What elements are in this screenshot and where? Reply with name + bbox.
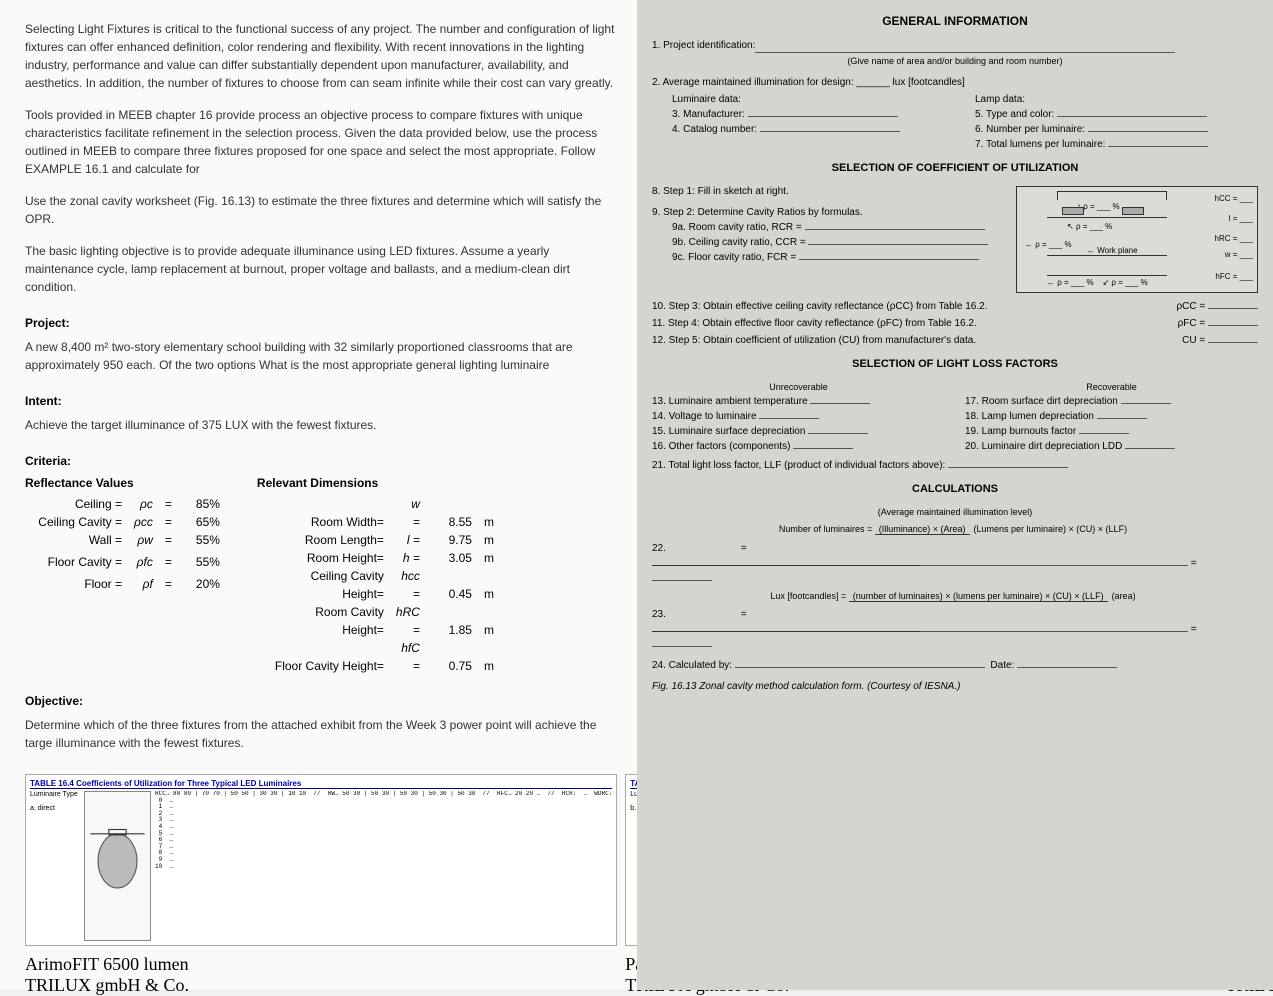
photometric-icon [84, 791, 151, 941]
form-l10: 10. Step 3: Obtain effective ceiling cav… [652, 299, 1148, 314]
objective-header: Objective: [25, 694, 617, 708]
fixture-charts: TABLE 16.4 Coefficients of Utilization f… [25, 774, 617, 996]
form-l22: 22. [652, 543, 666, 554]
form-l17: 17. Room surface dirt depreciation [965, 396, 1118, 407]
form-l9: 9. Step 2: Determine Cavity Ratios by fo… [652, 207, 863, 218]
form-l23: 23. [652, 609, 666, 620]
form-l18: 18. Lamp lumen depreciation [965, 411, 1094, 422]
intro-p3: Use the zonal cavity worksheet (Fig. 16.… [25, 192, 617, 228]
form-l19: 19. Lamp burnouts factor [965, 426, 1076, 437]
form-sec3: CALCULATIONS [652, 481, 1258, 498]
form-l21: 21. Total light loss factor, LLF (produc… [652, 460, 945, 471]
objective-text: Determine which of the three fixtures fr… [25, 716, 617, 752]
form-sec1: SELECTION OF COEFFICIENT OF UTILIZATION [652, 160, 1258, 177]
form-title: GENERAL INFORMATION [652, 12, 1258, 30]
lum-hdr: Luminaire data: [672, 92, 955, 107]
worksheet-form: GENERAL INFORMATION 1. Project identific… [637, 0, 1273, 990]
lamp-hdr: Lamp data: [975, 92, 1258, 107]
intent-text: Achieve the target illuminance of 375 LU… [25, 416, 617, 434]
form-l3: 3. Manufacturer: [672, 109, 745, 120]
form-l24: 24. Calculated by: [652, 660, 732, 671]
intro-p2: Tools provided in MEEB chapter 16 provid… [25, 106, 617, 178]
project-text: A new 8,400 m² two-story elementary scho… [25, 338, 617, 374]
form-l16: 16. Other factors (components) [652, 441, 790, 452]
form-l12: 12. Step 5: Obtain coefficient of utiliz… [652, 333, 1148, 348]
cavity-sketch: ↑ ρ = ___ % ↖ ρ = ___ % ← ρ = ___ % ← Wo… [1016, 186, 1258, 293]
form-l9a: 9a. Room cavity ratio, RCR = [672, 222, 802, 233]
form-l13: 13. Luminaire ambient temperature [652, 396, 808, 407]
dimensions-table: wRoom Width==8.55mRoom Length=l =9.75mRo… [257, 494, 501, 676]
reflectance-table: Ceiling =ρc=85%Ceiling Cavity =ρcc=65%Wa… [25, 494, 227, 594]
form-l14: 14. Voltage to luminaire [652, 411, 757, 422]
form-sec3sub: (Average maintained illumination level) [652, 506, 1258, 520]
form-l8: 8. Step 1: Fill in sketch at right. [652, 186, 789, 197]
form-l9c: 9c. Floor cavity ratio, FCR = [672, 252, 796, 263]
dimensions-header: Relevant Dimensions [257, 476, 501, 490]
cu-chart-0: TABLE 16.4 Coefficients of Utilization f… [25, 774, 617, 946]
project-header: Project: [25, 316, 617, 330]
form-l7: 7. Total lumens per luminaire: [975, 139, 1105, 150]
intent-header: Intent: [25, 394, 617, 408]
criteria-header: Criteria: [25, 454, 617, 468]
reflectance-header: Reflectance Values [25, 476, 227, 490]
form-l20: 20. Luminaire dirt depreciation LDD [965, 441, 1122, 452]
form-l5: 5. Type and color: [975, 109, 1054, 120]
form-l4: 4. Catalog number: [672, 124, 757, 135]
form-l11: 11. Step 4: Obtain effective floor cavit… [652, 316, 1148, 331]
form-l6: 6. Number per luminaire: [975, 124, 1085, 135]
form-l1: 1. Project identification: [652, 38, 755, 53]
form-l1sub: (Give name of area and/or building and r… [652, 55, 1258, 69]
form-l9b: 9b. Ceiling cavity ratio, CCR = [672, 237, 806, 248]
form-l2: 2. Average maintained illumination for d… [652, 75, 965, 90]
rec-hdr: Recoverable [965, 381, 1258, 395]
unrec-hdr: Unrecoverable [652, 381, 945, 395]
intro-p4: The basic lighting objective is to provi… [25, 242, 617, 296]
form-caption: Fig. 16.13 Zonal cavity method calculati… [652, 679, 1258, 694]
form-l15: 15. Luminaire surface depreciation [652, 426, 805, 437]
form-sec2: SELECTION OF LIGHT LOSS FACTORS [652, 356, 1258, 373]
intro-p1: Selecting Light Fixtures is critical to … [25, 20, 617, 92]
